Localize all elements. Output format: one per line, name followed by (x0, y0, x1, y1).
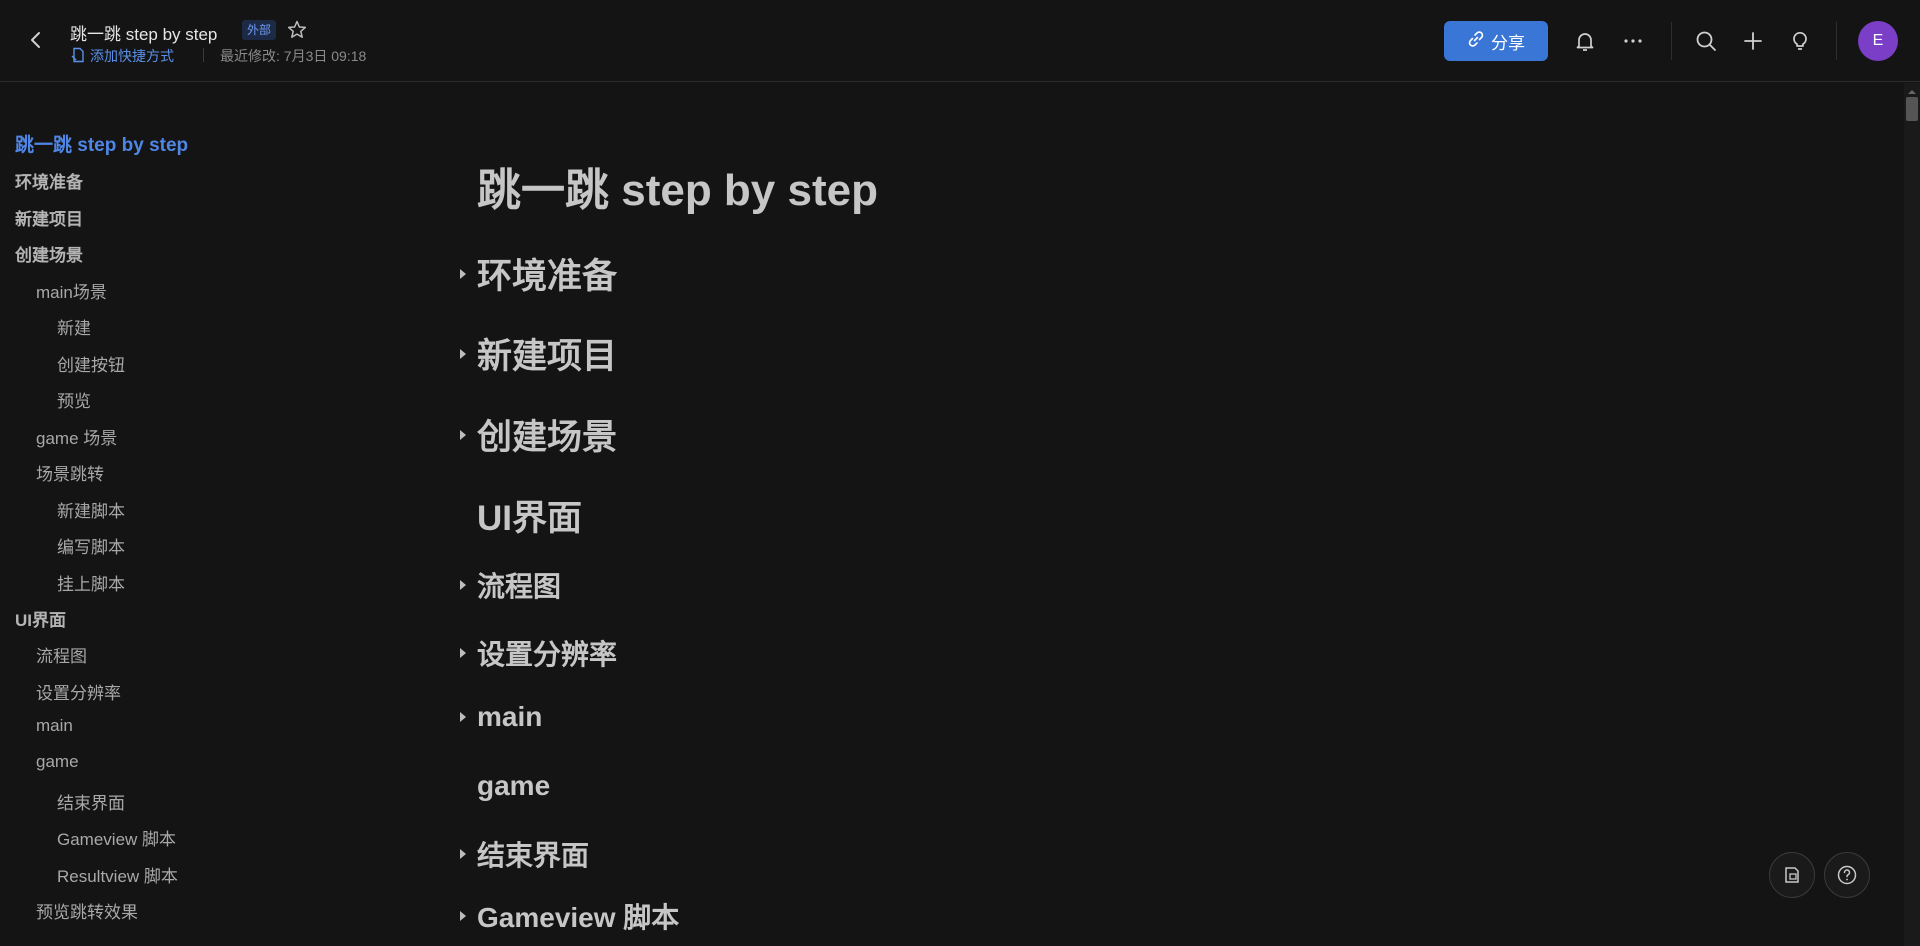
toc-item[interactable]: main场景 (36, 278, 107, 303)
last-modified: 最近修改: 7月3日 09:18 (220, 48, 367, 64)
star-icon[interactable] (286, 19, 308, 41)
scrollbar-thumb[interactable] (1906, 97, 1918, 121)
toc-item[interactable]: Gameview 脚本 (57, 825, 176, 850)
toc-item[interactable]: 预览 (57, 387, 91, 412)
toc-item[interactable]: 新建脚本 (57, 497, 125, 522)
collapse-caret-icon[interactable] (460, 844, 477, 864)
toc-item[interactable]: 挂上脚本 (57, 570, 125, 595)
back-arrow-icon[interactable] (22, 26, 50, 54)
add-shortcut-link[interactable]: 添加快捷方式 (70, 46, 174, 66)
help-icon[interactable] (1824, 852, 1870, 898)
feedback-icon[interactable] (1769, 852, 1815, 898)
avatar[interactable]: E (1858, 21, 1898, 61)
toc-item[interactable]: Resultview 脚本 (57, 862, 178, 887)
bulb-icon[interactable] (1786, 27, 1814, 55)
toc-item[interactable]: 编写脚本 (57, 533, 125, 558)
collapse-caret-icon[interactable] (460, 425, 477, 445)
doc-title: 跳一跳 step by step (70, 25, 218, 44)
shortcut-icon (70, 47, 86, 66)
section-heading-text: 设置分辨率 (477, 639, 618, 670)
document-title: 跳一跳 step by step (477, 166, 878, 215)
toc-item[interactable]: 预览跳转效果 (36, 898, 138, 923)
toc-item[interactable]: 新建 (57, 314, 91, 339)
section-heading[interactable]: 环境准备 (460, 248, 617, 299)
collapse-caret-icon[interactable] (460, 344, 477, 364)
toc-item[interactable]: UI界面 (15, 606, 66, 631)
section-heading-text: 流程图 (477, 571, 562, 602)
scrollbar[interactable] (1904, 83, 1920, 946)
toc-item[interactable]: 流程图 (36, 642, 87, 667)
section-heading-text: UI界面 (477, 499, 583, 538)
section-heading-text: main (477, 701, 543, 732)
section-heading[interactable]: 新建项目 (460, 328, 617, 379)
toc-item[interactable]: 新建项目 (15, 205, 83, 230)
collapse-caret-icon[interactable] (460, 707, 477, 727)
toc-item[interactable]: game (36, 752, 79, 772)
toc-item[interactable]: 创建场景 (15, 241, 83, 266)
section-heading-text: Gameview 脚本 (477, 902, 680, 933)
section-heading[interactable]: main (460, 701, 542, 733)
section-heading[interactable]: 流程图 (460, 565, 561, 605)
collapse-caret-icon[interactable] (460, 906, 477, 926)
scroll-up-arrow[interactable] (1906, 84, 1918, 94)
top-header: 跳一跳 step by step 外部 添加快捷方式 最近修改: 7月3日 09… (0, 0, 1920, 82)
bell-icon[interactable] (1571, 27, 1599, 55)
toc-item[interactable]: game 场景 (36, 424, 117, 449)
share-label: 分享 (1491, 33, 1525, 53)
meta-divider (203, 48, 204, 62)
toc-item[interactable]: 结束界面 (57, 789, 125, 814)
section-heading[interactable]: 结束界面 (460, 834, 589, 874)
section-heading[interactable]: game (460, 770, 550, 802)
section-heading[interactable]: Gameview 脚本 (460, 896, 679, 936)
section-heading-text: 创建场景 (477, 418, 618, 457)
external-badge: 外部 (242, 20, 277, 40)
toc-item[interactable]: 创建按钮 (57, 351, 125, 376)
section-heading[interactable]: UI界面 (460, 490, 582, 541)
toc-item[interactable]: main (36, 716, 73, 736)
shortcut-label: 添加快捷方式 (90, 48, 174, 64)
more-icon[interactable] (1619, 27, 1647, 55)
search-icon[interactable] (1692, 27, 1720, 55)
toc-item[interactable]: 跳一跳 step by step (15, 130, 188, 157)
section-heading-text: 环境准备 (477, 257, 618, 296)
section-heading-text: 新建项目 (477, 337, 618, 376)
link-icon (1467, 30, 1485, 53)
collapse-caret-icon[interactable] (460, 575, 477, 595)
section-heading-text: game (477, 770, 551, 801)
section-heading[interactable]: 设置分辨率 (460, 633, 617, 673)
toc-item[interactable]: 环境准备 (15, 168, 83, 193)
toc-item[interactable]: 场景跳转 (36, 460, 104, 485)
header-divider (1836, 22, 1837, 60)
share-button[interactable]: 分享 (1444, 21, 1548, 61)
toc-item[interactable]: 设置分辨率 (36, 679, 121, 704)
plus-icon[interactable] (1739, 27, 1767, 55)
collapse-caret-icon[interactable] (460, 643, 477, 663)
section-heading-text: 结束界面 (477, 840, 590, 871)
header-divider (1671, 22, 1672, 60)
section-heading[interactable]: 创建场景 (460, 409, 617, 460)
collapse-caret-icon[interactable] (460, 264, 477, 284)
document-body: 跳一跳 step by step 环境准备新建项目创建场景 UI界面流程图设置分辨… (440, 82, 1900, 946)
